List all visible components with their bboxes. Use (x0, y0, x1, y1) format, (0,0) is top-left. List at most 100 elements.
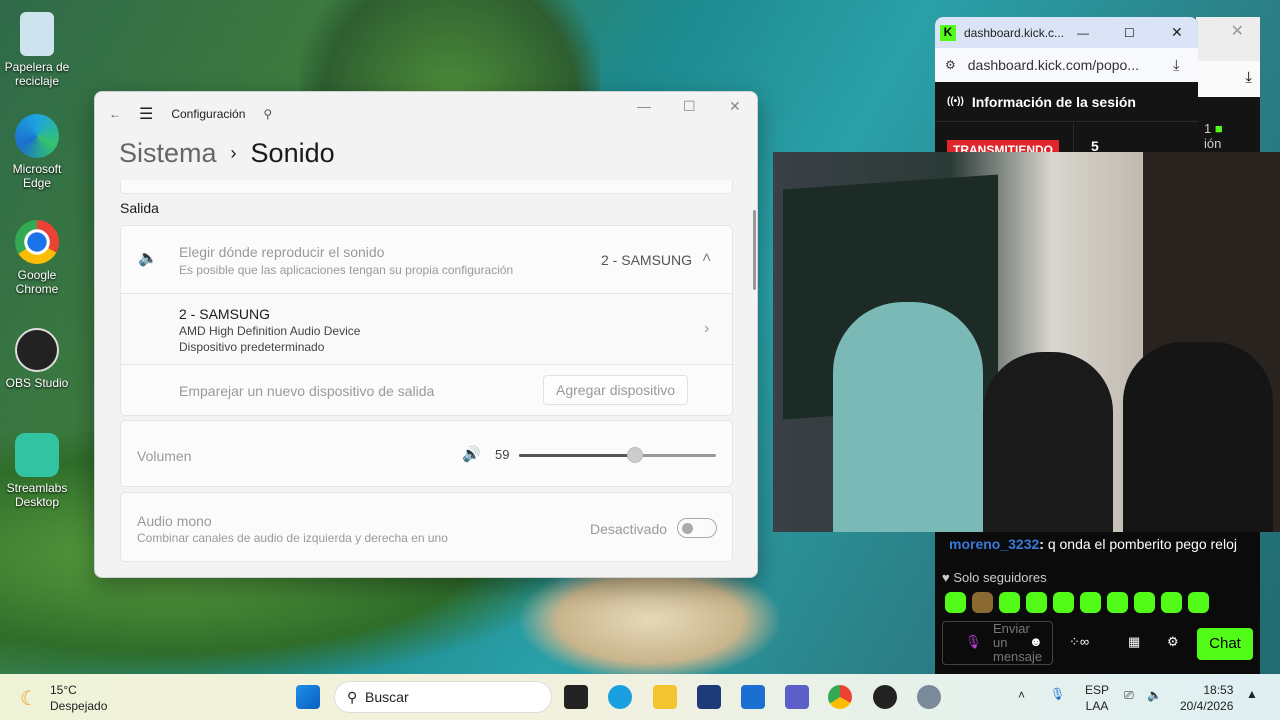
choose-title: Elegir dónde reproducir el sonido (179, 244, 385, 260)
emote-icon[interactable] (1080, 592, 1101, 613)
search-box[interactable]: ⚲ Buscar (334, 681, 552, 713)
person (1123, 342, 1273, 532)
chrome-icon (15, 220, 59, 264)
minimize-button[interactable]: — (637, 98, 651, 114)
app-title: Configuración (171, 107, 246, 121)
desktop-icon-edge[interactable]: Microsoft Edge (4, 114, 70, 190)
download-icon[interactable]: ⤓ (1173, 57, 1180, 74)
network-icon[interactable]: ⎚ (1124, 688, 1134, 703)
previous-card (120, 180, 733, 194)
microphone-icon[interactable]: 🎙 (1050, 687, 1065, 701)
download-icon[interactable]: ⤓ (1245, 69, 1252, 86)
volume-icon[interactable]: 🔈 (1147, 688, 1162, 702)
search-icon: ⚲ (347, 689, 358, 705)
device-status: Dispositivo predeterminado (179, 340, 325, 354)
volume-thumb[interactable] (627, 447, 644, 463)
device-driver: AMD High Definition Audio Device (179, 324, 361, 338)
edge-icon[interactable] (608, 685, 632, 709)
volume-slider[interactable] (519, 447, 716, 463)
kick-title-bar: K dashboard.kick.c... — ☐ ✕ (935, 17, 1198, 48)
emote-icon[interactable] (1107, 592, 1128, 613)
obs-icon[interactable] (873, 685, 897, 709)
emote-icon[interactable] (1161, 592, 1182, 613)
emote-icon[interactable] (1026, 592, 1047, 613)
site-settings-icon[interactable]: ⚙ (945, 58, 956, 72)
page-title: Sonido (250, 138, 335, 168)
close-button[interactable]: ✕ (1171, 24, 1183, 41)
store-icon[interactable]: ▦ (1128, 634, 1140, 650)
menu-icon[interactable]: ☰ (139, 104, 153, 124)
side-text: ión (1204, 136, 1222, 151)
close-icon[interactable]: ✕ (1231, 21, 1244, 41)
kick-window-back: ✕ ⤓ 1 ■ ión (1196, 17, 1260, 157)
emote-icon[interactable] (999, 592, 1020, 613)
points-icon[interactable]: ⁘∞ (1069, 634, 1089, 650)
start-button[interactable] (296, 685, 320, 709)
notification-icon[interactable]: ▲ (1246, 687, 1258, 701)
clock[interactable]: 18:53 20/4/2026 (1180, 682, 1233, 714)
person (833, 302, 983, 532)
emote-icon[interactable] (1188, 592, 1209, 613)
emote-icon[interactable] (1134, 592, 1155, 613)
url-text: dashboard.kick.com/popo... (967, 57, 1139, 73)
broadcast-icon: ((•)) (947, 96, 964, 107)
pair-label: Emparejar un nuevo dispositivo de salida (179, 383, 435, 399)
volume-card: Volumen 🔊 59 (120, 420, 733, 487)
search-icon[interactable]: ⚲ (263, 107, 272, 121)
breadcrumb-parent[interactable]: Sistema (119, 138, 217, 169)
chevron-up-icon[interactable]: ˄ (1018, 688, 1025, 702)
scrollbar[interactable] (753, 210, 756, 290)
session-header: ((•)) Información de la sesión (935, 82, 1198, 122)
session-title: Información de la sesión (971, 93, 1136, 110)
microphone-icon[interactable]: 🎙 (965, 634, 982, 650)
choose-output-row[interactable]: 🔈 Elegir dónde reproducir el sonido Es p… (121, 226, 732, 294)
emote-icon[interactable] (972, 592, 993, 613)
side-count: 1 (1204, 121, 1212, 136)
volume-speaker-icon[interactable]: 🔊 (462, 445, 481, 463)
emote-icon[interactable] (945, 592, 966, 613)
followers-only: ♥ Solo seguidores (942, 570, 1047, 585)
minimize-button[interactable]: — (1077, 26, 1089, 40)
output-card: 🔈 Elegir dónde reproducir el sonido Es p… (120, 225, 733, 416)
desktop-icon-streamlabs[interactable]: Streamlabs Desktop (4, 433, 70, 509)
emote-icon[interactable] (1053, 592, 1074, 613)
back-icon[interactable]: ← (109, 107, 121, 121)
file-explorer-icon[interactable] (653, 685, 677, 709)
maximize-button[interactable]: ☐ (1124, 26, 1135, 40)
maximize-button[interactable]: ☐ (683, 98, 696, 115)
settings-icon[interactable] (917, 685, 941, 709)
desktop-icon-chrome[interactable]: Google Chrome (4, 220, 70, 296)
weather-widget[interactable]: 15°C Despejado (50, 682, 107, 714)
close-button[interactable]: ✕ (729, 98, 741, 115)
person (983, 352, 1113, 532)
mono-audio-card: Audio mono Combinar canales de audio de … (120, 492, 733, 562)
taskview-icon[interactable] (564, 685, 588, 709)
language-indicator[interactable]: ESP LAA (1085, 682, 1109, 714)
chat-input[interactable]: 🎙 Enviar un mensaje ☻ (942, 621, 1053, 665)
settings-window: ← ☰ Configuración ⚲ — ☐ ✕ Sistema › Soni… (94, 91, 758, 578)
speaker-icon: 🔈 (138, 250, 158, 267)
chevron-up-icon[interactable]: ˄ (702, 250, 711, 268)
add-device-button[interactable]: Agregar dispositivo (543, 375, 689, 405)
address-bar[interactable]: ⚙ dashboard.kick.com/popo... ⤓ (935, 48, 1198, 82)
mono-title: Audio mono (137, 513, 212, 529)
gear-icon[interactable]: ⚙ (1167, 634, 1179, 650)
device-row[interactable]: 2 - SAMSUNG AMD High Definition Audio De… (121, 294, 732, 365)
obs-icon (15, 328, 59, 372)
chat-button[interactable]: Chat (1197, 628, 1253, 660)
emoji-icon[interactable]: ☻ (1029, 634, 1043, 649)
teams-icon[interactable] (785, 685, 809, 709)
store-icon[interactable] (697, 685, 721, 709)
desktop-icon-obs[interactable]: OBS Studio (4, 328, 70, 390)
mono-state: Desactivado (590, 521, 668, 537)
desktop-icon-recycle-bin[interactable]: Papelera de reciclaje (4, 12, 70, 88)
emote-bar (945, 592, 1209, 613)
volume-value: 59 (495, 447, 510, 462)
chevron-right-icon: › (230, 143, 237, 163)
volume-fill (519, 454, 636, 457)
mono-toggle[interactable] (677, 518, 717, 538)
chat-username[interactable]: moreno_3232 (949, 536, 1039, 552)
outlook-icon[interactable] (741, 685, 765, 709)
chrome-icon[interactable] (828, 685, 852, 709)
choose-subtitle: Es posible que las aplicaciones tengan s… (179, 263, 514, 277)
